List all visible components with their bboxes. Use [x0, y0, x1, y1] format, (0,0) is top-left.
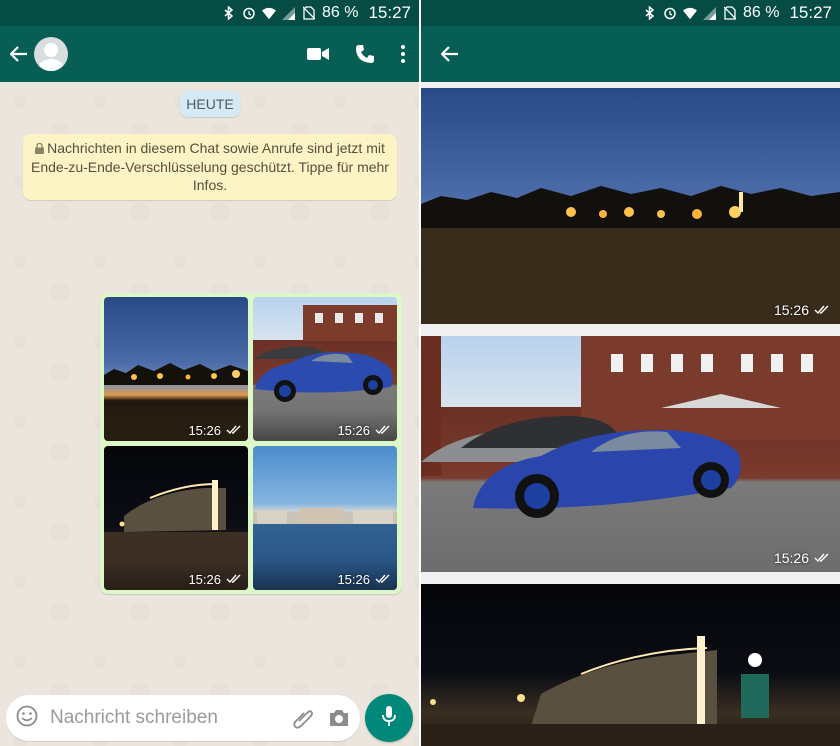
no-sim-icon — [723, 6, 737, 20]
wifi-icon — [682, 6, 697, 20]
media-app-bar — [421, 26, 840, 82]
signal-icon — [282, 6, 296, 20]
photo-message-bubble[interactable]: 15:26 15:26 15:26 15:26 — [100, 293, 402, 594]
camera-icon[interactable] — [328, 708, 350, 728]
media-viewer-screen: 86 % 15:27 15:26 15:26 — [421, 0, 840, 746]
back-arrow-icon[interactable] — [8, 43, 30, 65]
alarm-icon — [242, 6, 256, 20]
photo-sunset-field[interactable]: 15:26 — [421, 88, 840, 324]
encryption-note-text: Nachrichten in diesem Chat sowie Anrufe … — [31, 140, 389, 193]
photo-thumbnail-sunset[interactable]: 15:26 — [104, 297, 248, 441]
battery-level: 86 % — [742, 4, 780, 21]
double-check-icon — [814, 550, 830, 566]
double-check-icon — [375, 572, 391, 587]
double-check-icon — [226, 423, 242, 438]
message-input[interactable]: Nachricht schreiben — [6, 695, 360, 741]
wifi-icon — [261, 6, 276, 20]
double-check-icon — [226, 572, 242, 587]
thumbnail-time: 15:26 — [337, 572, 370, 587]
phone-icon[interactable] — [355, 44, 375, 64]
status-bar: 86 % 15:27 — [0, 0, 419, 26]
clock: 15:27 — [368, 3, 411, 22]
bluetooth-icon — [643, 6, 657, 20]
attach-icon[interactable] — [292, 707, 314, 729]
alarm-icon — [663, 6, 677, 20]
thumbnail-time: 15:26 — [337, 423, 370, 438]
more-vert-icon[interactable] — [401, 45, 405, 63]
message-placeholder: Nachricht schreiben — [50, 707, 218, 728]
encryption-note[interactable]: Nachrichten in diesem Chat sowie Anrufe … — [23, 134, 397, 200]
double-check-icon — [375, 423, 391, 438]
clock: 15:27 — [789, 3, 832, 22]
photo-time: 15:26 — [773, 302, 809, 318]
photo-thumbnail-waterfront[interactable]: 15:26 — [253, 446, 397, 590]
lock-icon — [35, 140, 45, 158]
no-sim-icon — [302, 6, 316, 20]
date-chip: HEUTE — [180, 91, 240, 117]
signal-icon — [703, 6, 717, 20]
bluetooth-icon — [222, 6, 236, 20]
photo-blue-sports-car[interactable]: 15:26 — [421, 336, 840, 572]
mic-button[interactable] — [365, 694, 413, 742]
photo-night-building[interactable] — [421, 584, 840, 746]
mic-icon — [382, 705, 396, 732]
thumbnail-time: 15:26 — [188, 572, 221, 587]
photo-thumbnail-car[interactable]: 15:26 — [253, 297, 397, 441]
emoji-icon[interactable] — [16, 705, 38, 732]
photo-time: 15:26 — [773, 550, 809, 566]
chat-area[interactable]: HEUTE Nachrichten in diesem Chat sowie A… — [0, 82, 419, 746]
status-bar: 86 % 15:27 — [421, 0, 840, 26]
chat-app-bar — [0, 26, 419, 82]
avatar[interactable] — [34, 37, 68, 71]
chat-screen: 86 % 15:27 HEUTE Nachrichten in diesem C… — [0, 0, 419, 746]
thumbnail-time: 15:26 — [188, 423, 221, 438]
video-call-icon[interactable] — [307, 47, 329, 61]
double-check-icon — [814, 302, 830, 318]
message-composer: Nachricht schreiben — [6, 694, 419, 742]
photo-thumbnail-night-building[interactable]: 15:26 — [104, 446, 248, 590]
back-arrow-icon[interactable] — [439, 43, 461, 65]
battery-level: 86 % — [321, 4, 359, 21]
